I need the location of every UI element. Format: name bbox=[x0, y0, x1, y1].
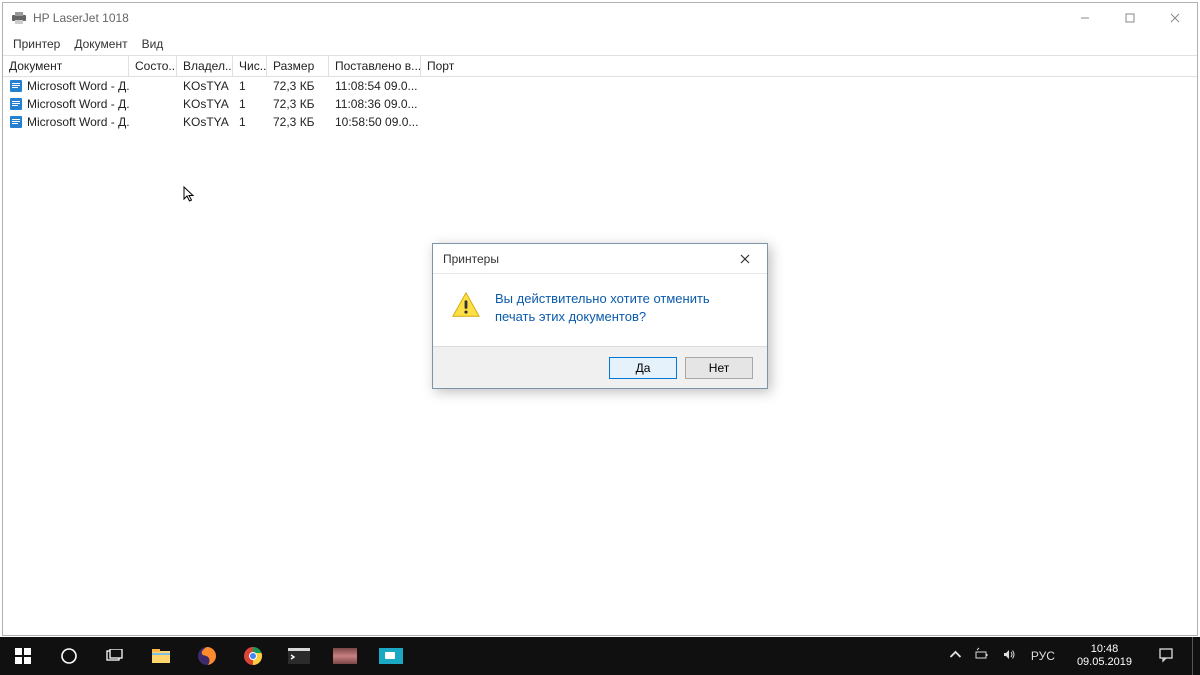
minimize-button[interactable] bbox=[1062, 3, 1107, 33]
close-button[interactable] bbox=[1152, 3, 1197, 33]
job-submitted: 11:08:54 09.0... bbox=[329, 79, 421, 93]
job-owner: KOsTYA bbox=[177, 79, 233, 93]
col-owner[interactable]: Владел... bbox=[177, 56, 233, 76]
job-submitted: 10:58:50 09.0... bbox=[329, 115, 421, 129]
column-headers: Документ Состо... Владел... Чис... Разме… bbox=[3, 55, 1197, 77]
job-pages: 1 bbox=[233, 115, 267, 129]
tray-volume-icon[interactable] bbox=[1002, 647, 1017, 665]
show-desktop-button[interactable] bbox=[1192, 637, 1198, 675]
dialog-message: Вы действительно хотите отменить печать … bbox=[495, 290, 749, 326]
terminal-taskbar[interactable] bbox=[276, 637, 322, 675]
confirm-cancel-dialog: Принтеры Вы действительно хотите отменит… bbox=[432, 243, 768, 389]
clock-date: 09.05.2019 bbox=[1077, 656, 1132, 669]
job-name: Microsoft Word - Д... bbox=[27, 115, 129, 129]
col-pages[interactable]: Чис... bbox=[233, 56, 267, 76]
table-row[interactable]: Microsoft Word - Д... KOsTYA 1 72,3 КБ 1… bbox=[3, 95, 1197, 113]
input-language[interactable]: РУС bbox=[1027, 649, 1059, 663]
col-status[interactable]: Состо... bbox=[129, 56, 177, 76]
cortana-button[interactable] bbox=[46, 637, 92, 675]
job-size: 72,3 КБ bbox=[267, 79, 329, 93]
job-submitted: 11:08:36 09.0... bbox=[329, 97, 421, 111]
taskbar: РУС 10:48 09.05.2019 bbox=[0, 637, 1200, 675]
dialog-titlebar[interactable]: Принтеры bbox=[433, 244, 767, 274]
window-title: HP LaserJet 1018 bbox=[33, 11, 1062, 25]
taskbar-app-thumb-2[interactable] bbox=[368, 637, 414, 675]
dialog-footer: Да Нет bbox=[433, 346, 767, 388]
menubar: Принтер Документ Вид bbox=[3, 33, 1197, 55]
dialog-title: Принтеры bbox=[443, 252, 731, 266]
menu-document[interactable]: Документ bbox=[68, 35, 133, 53]
tray-chevron-icon[interactable] bbox=[948, 647, 963, 665]
document-icon bbox=[9, 79, 23, 93]
job-size: 72,3 КБ bbox=[267, 97, 329, 111]
job-name: Microsoft Word - Д... bbox=[27, 79, 129, 93]
job-pages: 1 bbox=[233, 79, 267, 93]
no-button[interactable]: Нет bbox=[685, 357, 753, 379]
window-controls bbox=[1062, 3, 1197, 33]
document-icon bbox=[9, 97, 23, 111]
job-pages: 1 bbox=[233, 97, 267, 111]
cursor-icon bbox=[183, 186, 197, 209]
menu-view[interactable]: Вид bbox=[136, 35, 170, 53]
clock[interactable]: 10:48 09.05.2019 bbox=[1069, 643, 1140, 669]
maximize-button[interactable] bbox=[1107, 3, 1152, 33]
titlebar[interactable]: HP LaserJet 1018 bbox=[3, 3, 1197, 33]
job-size: 72,3 КБ bbox=[267, 115, 329, 129]
warning-icon bbox=[451, 290, 481, 320]
start-button[interactable] bbox=[0, 637, 46, 675]
dialog-close-button[interactable] bbox=[731, 247, 759, 271]
chrome-taskbar[interactable] bbox=[230, 637, 276, 675]
taskbar-app-thumb-1[interactable] bbox=[322, 637, 368, 675]
action-center-icon[interactable] bbox=[1150, 647, 1182, 666]
document-icon bbox=[9, 115, 23, 129]
table-row[interactable]: Microsoft Word - Д... KOsTYA 1 72,3 КБ 1… bbox=[3, 113, 1197, 131]
dialog-body: Вы действительно хотите отменить печать … bbox=[433, 274, 767, 346]
col-document[interactable]: Документ bbox=[3, 56, 129, 76]
firefox-taskbar[interactable] bbox=[184, 637, 230, 675]
yes-button[interactable]: Да bbox=[609, 357, 677, 379]
col-submitted[interactable]: Поставлено в... bbox=[329, 56, 421, 76]
tray-power-icon[interactable] bbox=[975, 647, 990, 665]
col-port[interactable]: Порт bbox=[421, 56, 471, 76]
job-owner: KOsTYA bbox=[177, 97, 233, 111]
clock-time: 10:48 bbox=[1077, 643, 1132, 656]
file-explorer-taskbar[interactable] bbox=[138, 637, 184, 675]
col-size[interactable]: Размер bbox=[267, 56, 329, 76]
job-name: Microsoft Word - Д... bbox=[27, 97, 129, 111]
taskview-button[interactable] bbox=[92, 637, 138, 675]
job-owner: KOsTYA bbox=[177, 115, 233, 129]
table-row[interactable]: Microsoft Word - Д... KOsTYA 1 72,3 КБ 1… bbox=[3, 77, 1197, 95]
menu-printer[interactable]: Принтер bbox=[7, 35, 66, 53]
printer-icon bbox=[11, 12, 27, 24]
system-tray: РУС 10:48 09.05.2019 bbox=[948, 637, 1200, 675]
